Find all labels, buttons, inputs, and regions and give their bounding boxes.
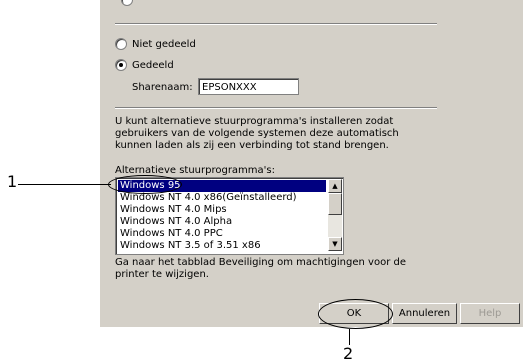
scroll-down-button[interactable]: ▼ (328, 237, 342, 251)
callout-ellipse-1 (108, 175, 182, 194)
shared-option[interactable]: Gedeeld (115, 58, 174, 72)
security-hint: Ga naar het tabblad Beveiliging om macht… (115, 257, 406, 280)
separator-top (115, 23, 437, 25)
not-shared-option[interactable]: Niet gedeeld (115, 37, 196, 51)
not-shared-radio[interactable] (115, 38, 127, 50)
scroll-up-button[interactable]: ▲ (328, 179, 342, 193)
callout-ellipse-2 (318, 299, 393, 329)
list-item-nt40-mips[interactable]: Windows NT 4.0 Mips (118, 204, 326, 216)
not-shared-label: Niet gedeeld (132, 38, 196, 50)
shared-radio[interactable] (115, 59, 127, 71)
cancel-button[interactable]: Annuleren (392, 303, 457, 324)
share-name-label: Sharenaam: (132, 82, 193, 93)
callout-line-2 (349, 329, 350, 345)
list-item-nt35-x86[interactable]: Windows NT 3.5 of 3.51 x86 (118, 240, 326, 252)
share-name-input[interactable]: EPSONXXX (198, 78, 299, 95)
list-item-nt40-alpha[interactable]: Windows NT 4.0 Alpha (118, 216, 326, 228)
drivers-scrollbar[interactable]: ▲ ▼ (328, 179, 342, 251)
help-button[interactable]: Help (460, 303, 520, 324)
drivers-description: U kunt alternatieve stuurprogramma's ins… (115, 116, 399, 151)
separator-middle (115, 107, 437, 109)
callout-number-2: 2 (343, 344, 354, 363)
scroll-thumb[interactable] (328, 193, 342, 215)
list-item-nt40-ppc[interactable]: Windows NT 4.0 PPC (118, 228, 326, 240)
callout-line-1 (18, 184, 111, 185)
shared-label: Gedeeld (132, 59, 174, 71)
callout-number-1: 1 (7, 172, 18, 191)
